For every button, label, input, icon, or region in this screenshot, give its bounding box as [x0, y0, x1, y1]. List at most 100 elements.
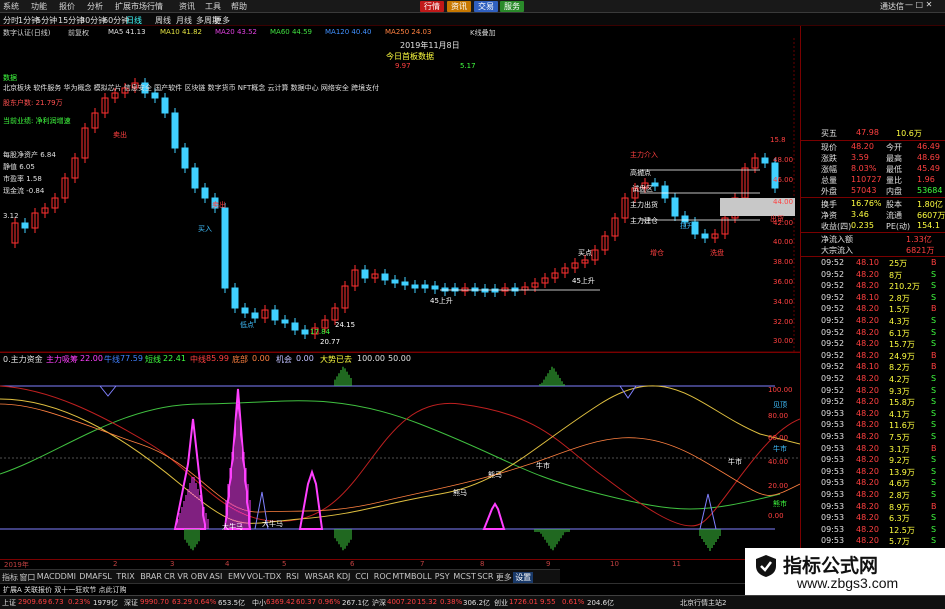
- tick-time: 09:53: [821, 490, 845, 499]
- indicator-label-1: 牛市: [773, 445, 787, 453]
- date-tick-9: 10: [610, 560, 619, 568]
- menu-2[interactable]: 报价: [59, 1, 75, 12]
- indicator-tab-22[interactable]: PSY: [435, 572, 450, 581]
- indicator-header: 0.主力资金 主力吸筹 22.00 牛线 77.59 短线 22.41 中线 85.99 底部 0.…: [0, 352, 800, 364]
- tick-volume: 2.8万: [889, 293, 910, 303]
- chart-annotation-5: 拉升: [680, 222, 694, 230]
- period-10[interactable]: 更多: [214, 15, 230, 26]
- tick-volume: 4.6万: [889, 479, 910, 489]
- quote-val: 1.80亿: [917, 200, 943, 209]
- indicator-tick-3: 40.00: [768, 458, 789, 466]
- indicator-tab-11[interactable]: ASI: [209, 572, 222, 581]
- tick-price: 48.20: [856, 432, 879, 441]
- period-2[interactable]: 5分钟: [36, 15, 57, 26]
- indicator-tab-20[interactable]: MTM: [392, 572, 411, 581]
- status-item-22: 9.55: [540, 598, 556, 606]
- indicator-tab-21[interactable]: BOLL: [411, 572, 432, 581]
- menu-6[interactable]: 工具: [205, 1, 221, 12]
- chart-annotation-3: 主力出货: [630, 201, 658, 209]
- indicator-tab-14[interactable]: RSI: [286, 572, 299, 581]
- indicator-tab-1[interactable]: 窗口: [19, 572, 35, 583]
- indicator-tab-17[interactable]: KDJ: [337, 572, 351, 581]
- top-button-0[interactable]: 行情: [420, 1, 444, 12]
- indicator-tab-25[interactable]: 更多: [496, 572, 512, 583]
- tick-side: S: [931, 432, 937, 441]
- index-status-bar: 上证 2909.69 6.73 0.23% 1979亿 深证 9990.70 63.29 0.6…: [0, 595, 945, 609]
- left-label-6: 市盈率 1.58: [3, 175, 42, 183]
- menu-7[interactable]: 帮助: [231, 1, 247, 12]
- candlestick-chart[interactable]: 2019年11月8日 今日首板数据 9.97 5.17 15.8 数据 北京板块 软件服务 …: [0, 38, 800, 353]
- tick-time: 09:52: [821, 339, 845, 349]
- tick-volume: 15.7万: [889, 340, 915, 350]
- flow-row: 净流入额 1.33亿: [801, 234, 945, 245]
- tick-side: S: [931, 339, 937, 349]
- chart-annotation-14: 低点: [240, 321, 254, 329]
- menu-1[interactable]: 功能: [31, 1, 47, 12]
- period-6[interactable]: 日线: [126, 15, 142, 26]
- quote-row: 换手 16.76% 股本 1.80亿: [801, 199, 945, 210]
- indicator-tab-2[interactable]: MACD: [37, 572, 61, 581]
- indicator-tab-10[interactable]: OBV: [191, 572, 208, 581]
- quote-row: 总量 110727 量比 1.96: [801, 175, 945, 186]
- period-7[interactable]: 周线: [155, 15, 171, 26]
- top-button-2[interactable]: 交易: [474, 1, 498, 12]
- tick-row: 09:52 48.20 9.3万 S: [801, 386, 945, 397]
- indicator-tab-6[interactable]: TRIX: [116, 572, 134, 581]
- quote-panel: 买五 47.98 10.6万 现价 48.20 今开 46.49 涨跌 3.59 最高 48.69 涨…: [800, 26, 945, 595]
- menu-4[interactable]: 扩展市场行情: [115, 1, 163, 12]
- indicator-tab-23[interactable]: MCST: [453, 572, 475, 581]
- status-item-0: 上证: [2, 599, 16, 607]
- status-item-19: 306.2亿: [463, 599, 491, 607]
- menu-0[interactable]: 系统: [3, 1, 19, 12]
- menu-3[interactable]: 分析: [87, 1, 103, 12]
- promo-bar[interactable]: 扩展A 关联报价 双十一狂欢节 点此订购: [0, 583, 800, 595]
- status-item-4: 1979亿: [93, 599, 118, 607]
- indicator-tab-3[interactable]: DMI: [61, 572, 76, 581]
- indicator-chart[interactable]: 见顶 牛市 熊市 熊马 熊马 牛市 牛市 大牛马 大牛马 100.00 80.00 60.00 40.0…: [0, 364, 800, 559]
- indicator-tab-8[interactable]: CR: [164, 572, 175, 581]
- indicator-tab-18[interactable]: CCI: [355, 572, 369, 581]
- indicator-tab-12[interactable]: EMV: [228, 572, 245, 581]
- ma-info-2: MA5 41.13: [108, 28, 146, 36]
- tick-row: 09:53 48.20 6.3万 S: [801, 513, 945, 524]
- tick-time: 09:52: [821, 316, 845, 325]
- tick-row: 09:52 48.20 6.1万 S: [801, 328, 945, 339]
- tick-row: 09:53 48.20 4.6万 S: [801, 478, 945, 489]
- indicator-label-4: 熊马: [488, 471, 502, 479]
- tick-row: 09:52 48.20 4.2万 S: [801, 374, 945, 385]
- tick-side: S: [931, 420, 937, 430]
- quote-val: 3.46: [851, 210, 869, 219]
- indicator-tab-5[interactable]: FSL: [98, 572, 112, 581]
- window-controls-icon[interactable]: — □ ✕: [905, 0, 932, 9]
- quote-val: 110727: [851, 175, 882, 184]
- tick-time: 09:53: [821, 408, 845, 418]
- period-0[interactable]: 分时: [3, 15, 19, 26]
- tick-row: 09:52 48.20 15.8万 S: [801, 397, 945, 408]
- quote-key: 涨幅: [821, 165, 837, 174]
- indicator-tab-9[interactable]: VR: [177, 572, 188, 581]
- indicator-tab-15[interactable]: WR: [305, 572, 318, 581]
- top-button-1[interactable]: 资讯: [447, 1, 471, 12]
- indicator-tab-7[interactable]: BRAR: [140, 572, 162, 581]
- tick-price: 48.20: [856, 350, 879, 360]
- top-button-3[interactable]: 服务: [500, 1, 524, 12]
- indicator-tab-19[interactable]: ROC: [374, 572, 391, 581]
- date-tick-4: 5: [282, 560, 287, 568]
- tick-time: 09:52: [821, 374, 845, 383]
- indicator-tab-13[interactable]: VOL-TDX: [247, 572, 282, 581]
- tick-row: 09:53 48.20 12.5万 S: [801, 525, 945, 536]
- indicator-tab-0[interactable]: 指标: [2, 572, 18, 583]
- indicator-tab-24[interactable]: SCR: [477, 572, 493, 581]
- tick-side: B: [931, 443, 937, 453]
- tick-price: 48.20: [856, 327, 879, 337]
- menu-5[interactable]: 资讯: [179, 1, 195, 12]
- indicator-tab-16[interactable]: SAR: [318, 572, 334, 581]
- tick-time: 09:52: [821, 350, 845, 360]
- promo-text[interactable]: 扩展A 关联报价 双十一狂欢节 点此订购: [3, 585, 126, 595]
- indicator-tab-4[interactable]: DMA: [79, 572, 98, 581]
- chart-annotation-16: 卖出: [212, 201, 226, 209]
- indicator-tab-26[interactable]: 设置: [513, 572, 534, 583]
- period-8[interactable]: 月线: [176, 15, 192, 26]
- quote-key: 今开: [886, 143, 902, 152]
- indicator-legend-15: 50.00: [388, 354, 411, 363]
